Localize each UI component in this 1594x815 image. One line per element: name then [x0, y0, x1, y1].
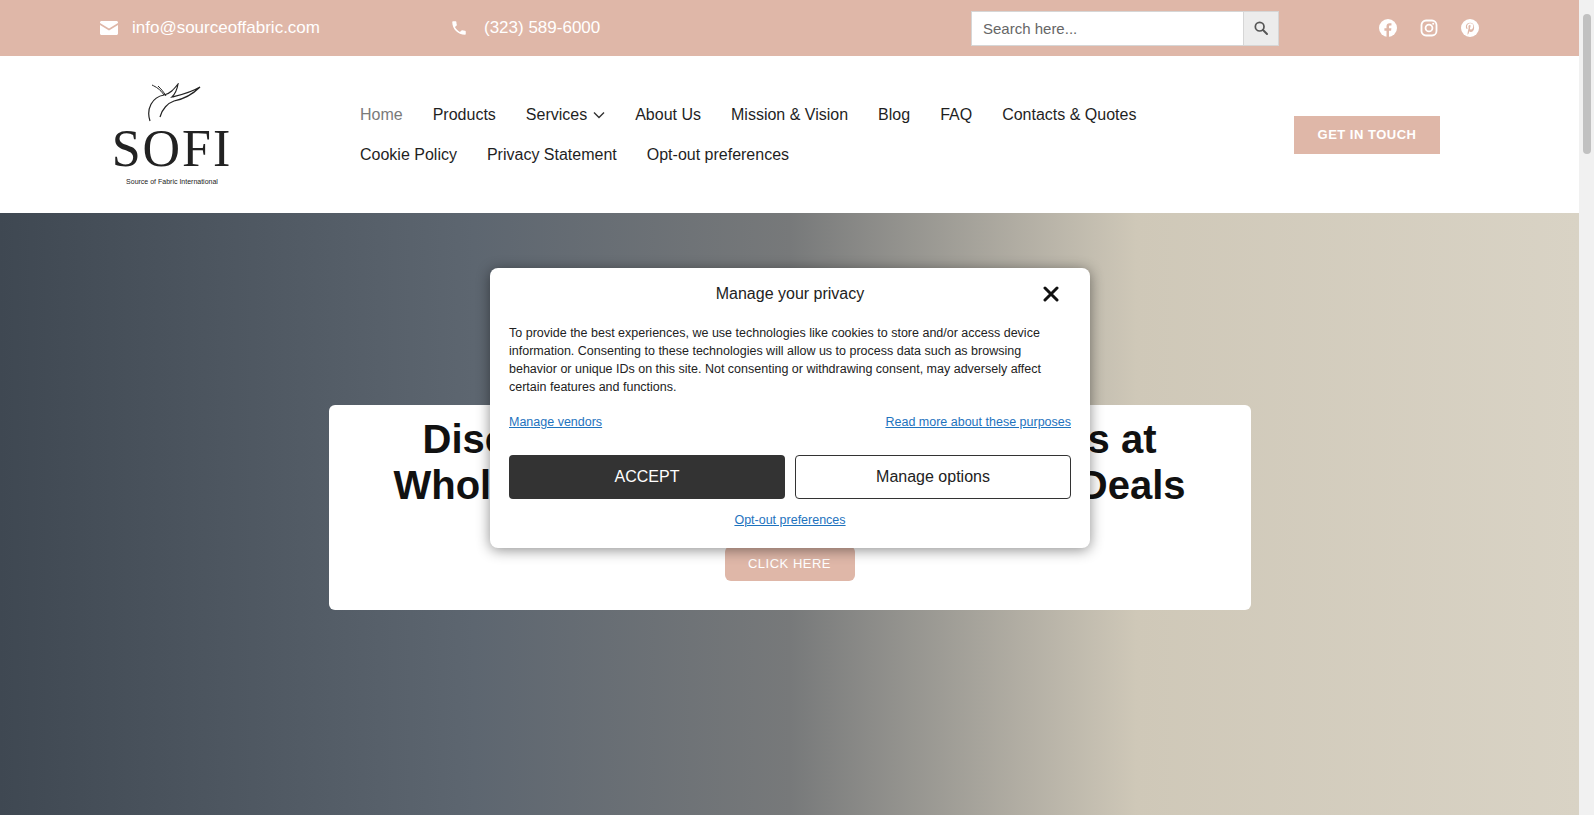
instagram-icon[interactable] — [1420, 19, 1438, 37]
nav-label: Mission & Vision — [731, 103, 848, 127]
nav-label: Home — [360, 103, 403, 127]
hero-heading-fragment: Deals — [1079, 462, 1186, 508]
site-header: SOFI Source of Fabric International Home… — [0, 56, 1579, 213]
logo[interactable]: SOFI Source of Fabric International — [100, 83, 244, 187]
nav-link[interactable]: About Us — [635, 103, 701, 127]
nav-label: Cookie Policy — [360, 143, 457, 167]
purposes-link[interactable]: Read more about these purposes — [885, 413, 1071, 431]
nav-label: Products — [433, 103, 496, 127]
nav-label: About Us — [635, 103, 701, 127]
top-bar: info@sourceoffabric.com (323) 589-6000 — [0, 0, 1579, 56]
consent-text: To provide the best experiences, we use … — [509, 324, 1071, 396]
opt-out-link[interactable]: Opt-out preferences — [734, 511, 845, 529]
logo-text: SOFI — [112, 123, 233, 175]
nav-label: Opt-out preferences — [647, 143, 789, 167]
nav-link[interactable]: Privacy Statement — [487, 143, 617, 167]
consent-dialog: Manage your privacy To provide the best … — [490, 268, 1090, 548]
hummingbird-icon — [142, 83, 202, 123]
nav-link[interactable]: Mission & Vision — [731, 103, 848, 127]
search-icon — [1253, 20, 1269, 36]
close-icon[interactable] — [1043, 286, 1059, 302]
phone-icon — [450, 19, 468, 37]
nav-link[interactable]: Contacts & Quotes — [1002, 103, 1136, 127]
search-button[interactable] — [1244, 11, 1279, 46]
consent-title: Manage your privacy — [716, 282, 865, 306]
pinterest-icon[interactable] — [1461, 19, 1479, 37]
nav-link[interactable]: Opt-out preferences — [647, 143, 789, 167]
nav-label: Privacy Statement — [487, 143, 617, 167]
click-here-button[interactable]: CLICK HERE — [725, 546, 855, 581]
nav-link[interactable]: Home — [360, 103, 403, 127]
manage-options-button[interactable]: Manage options — [795, 455, 1071, 499]
nav-link[interactable]: Products — [433, 103, 496, 127]
nav-label: Services — [526, 103, 587, 127]
main-nav: Home Products Services About Us Mission & Vi… — [360, 103, 1136, 167]
nav-link[interactable]: Cookie Policy — [360, 143, 457, 167]
search-input[interactable] — [971, 11, 1244, 46]
facebook-icon[interactable] — [1379, 19, 1397, 37]
manage-vendors-link[interactable]: Manage vendors — [509, 413, 602, 431]
nav-link[interactable]: FAQ — [940, 103, 972, 127]
nav-label: Blog — [878, 103, 910, 127]
logo-tagline: Source of Fabric International — [126, 177, 218, 187]
get-in-touch-button[interactable]: GET IN TOUCH — [1294, 116, 1440, 154]
nav-link[interactable]: Services — [526, 103, 605, 127]
phone-link[interactable]: (323) 589-6000 — [484, 16, 600, 40]
accept-button[interactable]: ACCEPT — [509, 455, 785, 499]
chevron-down-icon[interactable] — [593, 111, 605, 119]
nav-link[interactable]: Blog — [878, 103, 910, 127]
nav-label: Contacts & Quotes — [1002, 103, 1136, 127]
scrollbar[interactable] — [1579, 0, 1594, 815]
scrollbar-thumb[interactable] — [1583, 14, 1591, 154]
envelope-icon — [100, 21, 118, 35]
nav-label: FAQ — [940, 103, 972, 127]
email-link[interactable]: info@sourceoffabric.com — [132, 16, 320, 40]
